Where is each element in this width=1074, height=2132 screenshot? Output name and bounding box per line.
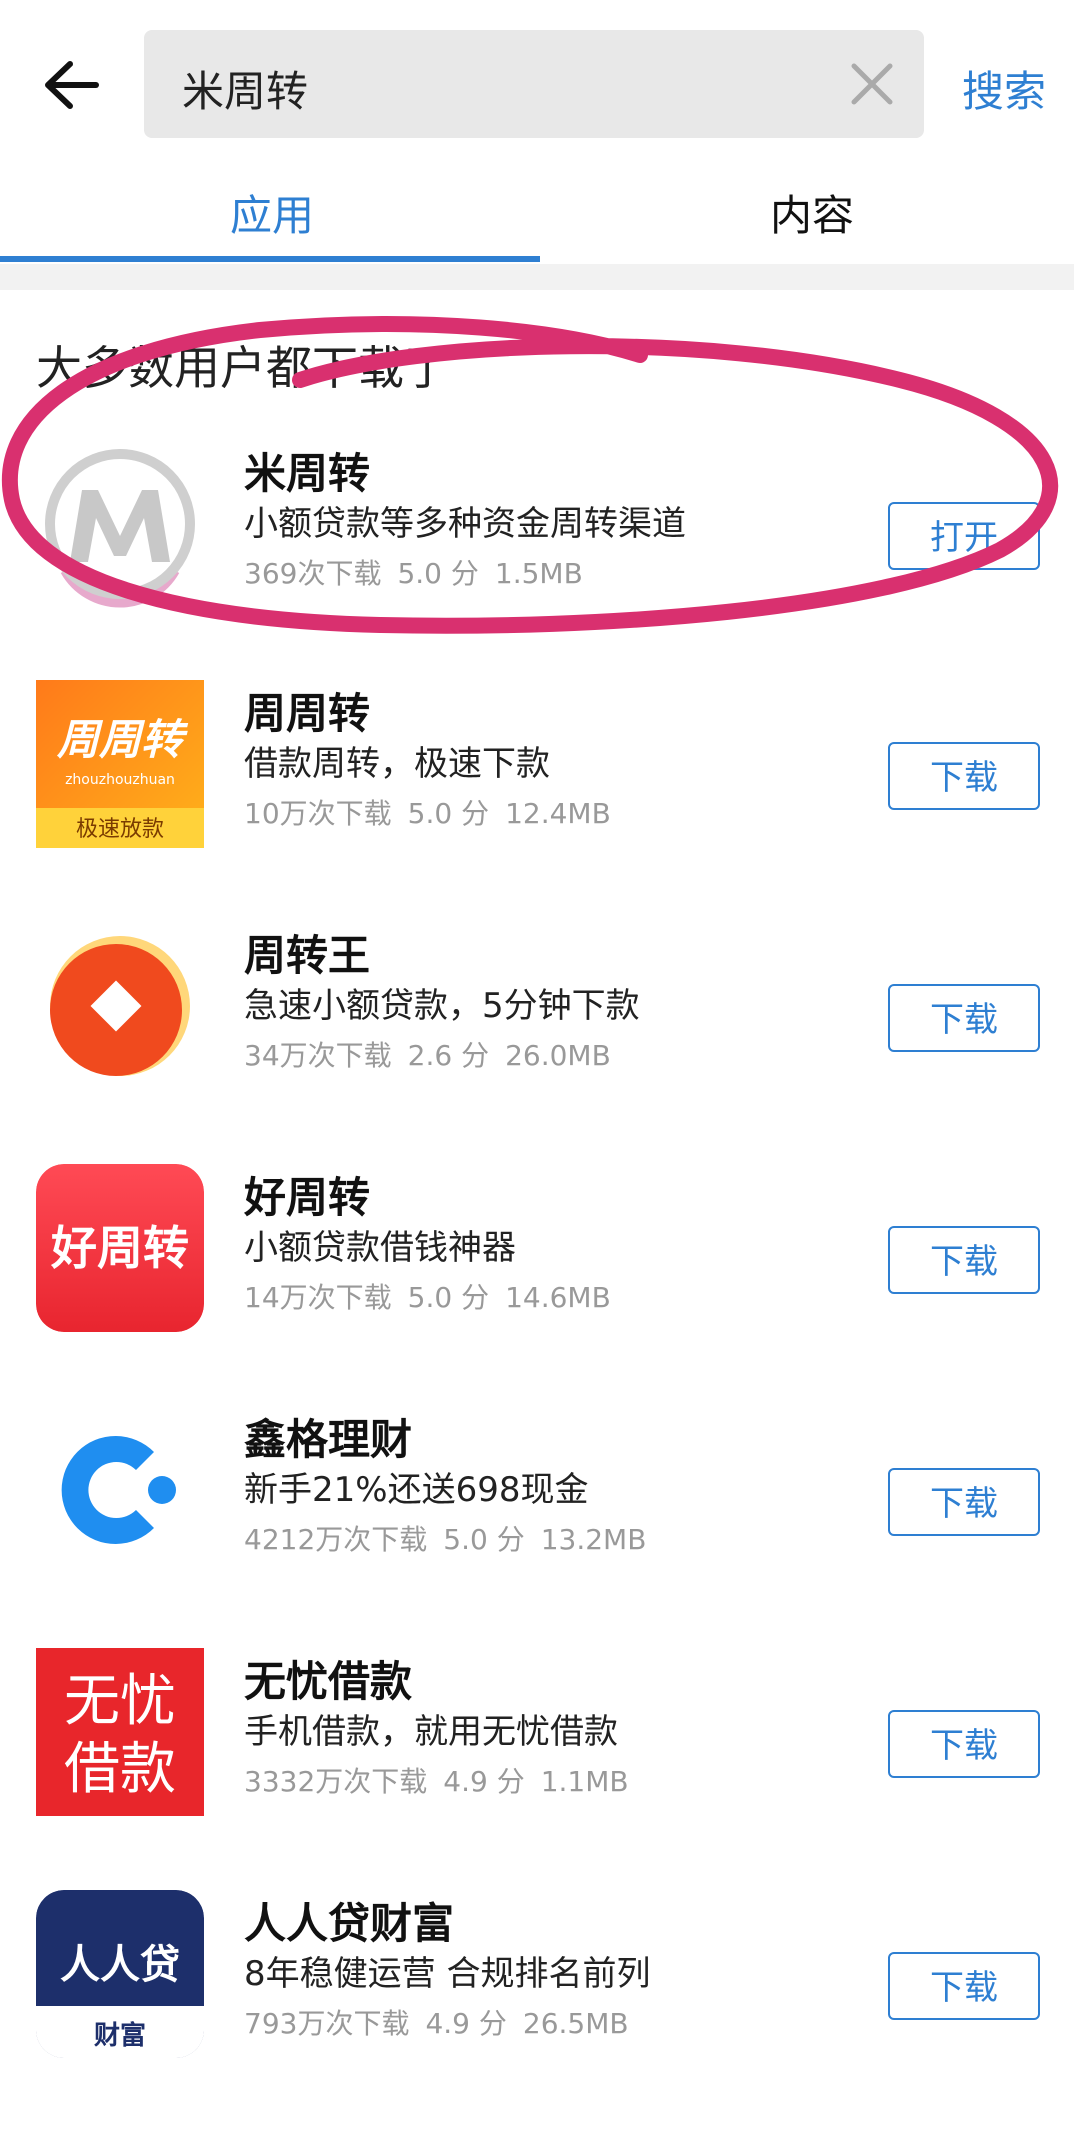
download-button[interactable]: 下载	[888, 1226, 1040, 1294]
search-input[interactable]: 米周转	[144, 30, 924, 138]
app-description: 急速小额贷款，5分钟下款	[244, 986, 640, 1026]
download-button[interactable]: 下载	[888, 742, 1040, 810]
list-item[interactable]: 米周转 小额贷款等多种资金周转渠道 369次下载 5.0 分 1.5MB 打开	[0, 440, 1074, 682]
rating: 2.6 分	[407, 1039, 490, 1072]
renrendai-logo-icon: 人人贷 财富	[36, 1890, 204, 2058]
file-size: 26.0MB	[505, 1039, 611, 1072]
xinge-logo-icon	[36, 1406, 204, 1574]
list-item[interactable]: 周转王 急速小额贷款，5分钟下款 34万次下载 2.6 分 26.0MB 下载	[0, 922, 1074, 1164]
back-arrow-icon[interactable]	[36, 50, 106, 120]
clear-icon[interactable]	[844, 56, 900, 112]
app-description: 8年稳健运营 合规排名前列	[244, 1954, 651, 1994]
rating: 4.9 分	[443, 1765, 525, 1798]
tab-bar: 应用 内容	[0, 160, 1074, 264]
icon-text-line1: 无忧	[64, 1669, 176, 1734]
icon-badge: 极速放款	[76, 817, 164, 842]
app-meta: 4212万次下载 5.0 分 13.2MB	[244, 1518, 662, 1558]
download-count: 10万次下载	[244, 797, 392, 830]
app-description: 小额贷款借钱神器	[244, 1228, 516, 1268]
wuyou-logo-icon: 无忧 借款	[36, 1648, 204, 1816]
app-name: 好周转	[244, 1173, 371, 1222]
list-item[interactable]: 周周转 zhouzhouzhuan 极速放款 周周转 借款周转，极速下款 10万…	[0, 680, 1074, 922]
file-size: 13.2MB	[540, 1523, 647, 1556]
download-button[interactable]: 下载	[888, 984, 1040, 1052]
icon-text-line2: 借款	[64, 1737, 176, 1802]
rating: 5.0 分	[407, 797, 490, 830]
app-description: 手机借款，就用无忧借款	[244, 1712, 618, 1752]
section-title: 大多数用户都下载了	[36, 341, 450, 395]
file-size: 14.6MB	[505, 1281, 611, 1314]
download-count: 34万次下载	[244, 1039, 392, 1072]
file-size: 26.5MB	[522, 2007, 629, 2040]
rating: 4.9 分	[425, 2007, 507, 2040]
list-item[interactable]: 好周转 好周转 小额贷款借钱神器 14万次下载 5.0 分 14.6MB 下载	[0, 1164, 1074, 1406]
file-size: 1.5MB	[494, 557, 583, 590]
list-item[interactable]: 鑫格理财 新手21%还送698现金 4212万次下载 5.0 分 13.2MB 下载	[0, 1406, 1074, 1648]
app-meta: 3332万次下载 4.9 分 1.1MB	[244, 1760, 645, 1800]
app-name: 鑫格理财	[244, 1415, 413, 1464]
tab-content[interactable]: 内容	[770, 182, 854, 243]
app-meta: 793万次下载 4.9 分 26.5MB	[244, 2002, 645, 2042]
app-meta: 34万次下载 2.6 分 26.0MB	[244, 1034, 627, 1074]
app-description: 借款周转，极速下款	[244, 744, 550, 784]
app-description: 小额贷款等多种资金周转渠道	[244, 504, 686, 544]
mi-zhouzhuan-logo-icon	[36, 440, 204, 608]
file-size: 12.4MB	[505, 797, 611, 830]
list-item[interactable]: 人人贷 财富 人人贷财富 8年稳健运营 合规排名前列 793万次下载 4.9 分2…	[0, 1890, 1074, 2132]
divider	[0, 264, 1074, 290]
app-name: 周转王	[244, 931, 371, 980]
open-button[interactable]: 打开	[888, 502, 1040, 570]
zhouzhuanwang-logo-icon	[36, 922, 204, 1090]
search-query-text: 米周转	[182, 67, 309, 116]
app-name: 人人贷财富	[244, 1899, 455, 1948]
download-button[interactable]: 下载	[888, 1468, 1040, 1536]
download-count: 369次下载	[244, 557, 382, 590]
app-name: 米周转	[244, 449, 371, 498]
zhouzhouzhuan-logo-icon: 周周转 zhouzhouzhuan 极速放款	[36, 680, 204, 848]
download-count: 3332万次下载	[244, 1765, 428, 1798]
list-item[interactable]: 无忧 借款 无忧借款 手机借款，就用无忧借款 3332万次下载 4.9 分 1.1M…	[0, 1648, 1074, 1890]
search-header: 米周转 搜索	[0, 0, 1074, 160]
tab-active-indicator	[0, 256, 540, 262]
tab-apps[interactable]: 应用	[230, 182, 314, 243]
icon-subtext: zhouzhouzhuan	[65, 772, 175, 788]
rating: 5.0 分	[407, 1281, 490, 1314]
rating: 5.0 分	[443, 1523, 525, 1556]
app-meta: 10万次下载 5.0 分 12.4MB	[244, 792, 627, 832]
download-count: 793万次下载	[244, 2007, 410, 2040]
app-description: 新手21%还送698现金	[244, 1470, 589, 1510]
rating: 5.0 分	[397, 557, 479, 590]
file-size: 1.1MB	[540, 1765, 629, 1798]
search-button[interactable]: 搜索	[962, 58, 1046, 119]
app-name: 无忧借款	[244, 1657, 413, 1706]
icon-text: 周周转	[56, 715, 189, 764]
app-meta: 14万次下载 5.0 分 14.6MB	[244, 1276, 627, 1316]
haozhouzhuan-logo-icon: 好周转	[36, 1164, 204, 1332]
download-button[interactable]: 下载	[888, 1952, 1040, 2020]
download-count: 4212万次下载	[244, 1523, 428, 1556]
download-button[interactable]: 下载	[888, 1710, 1040, 1778]
app-name: 周周转	[244, 689, 371, 738]
download-count: 14万次下载	[244, 1281, 392, 1314]
icon-text: 人人贷	[60, 1942, 180, 1988]
icon-subtext: 财富	[94, 2020, 146, 2051]
app-meta: 369次下载 5.0 分 1.5MB	[244, 552, 599, 592]
icon-text: 好周转	[50, 1221, 189, 1275]
